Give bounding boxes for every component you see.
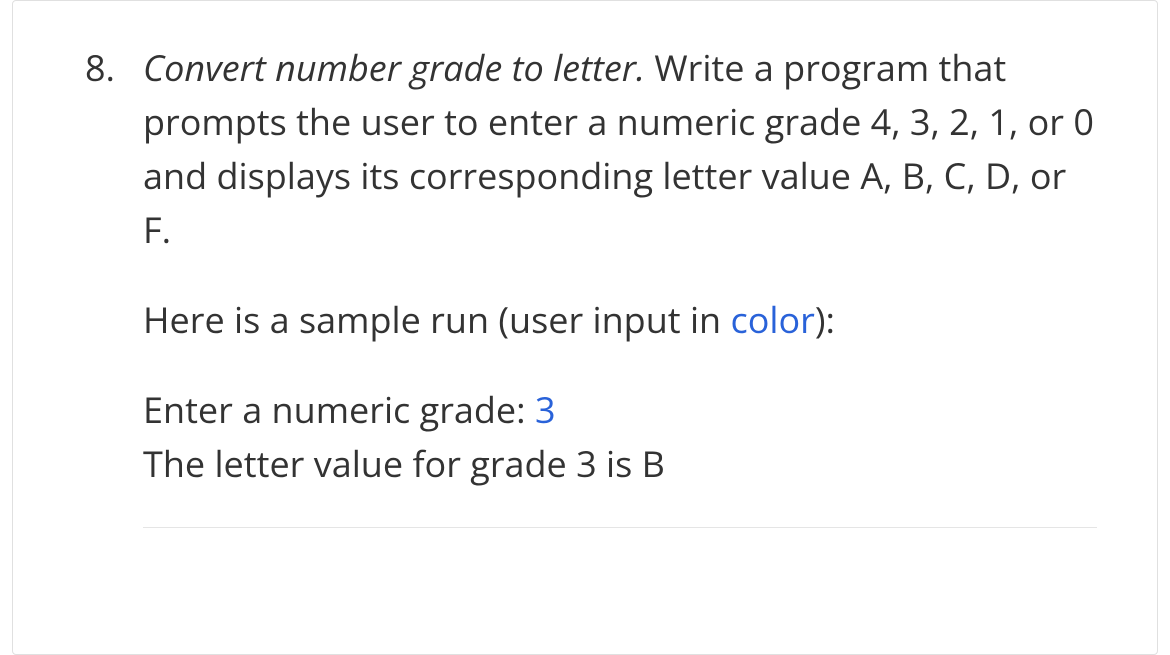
sample-prompt: Enter a numeric grade: — [143, 385, 535, 434]
item-number: 8. — [73, 41, 143, 95]
sample-line-1: Enter a numeric grade: 3 — [143, 383, 1097, 437]
exercise-card: 8. Convert number grade to letter. Write… — [12, 0, 1158, 655]
sample-run: Enter a numeric grade: 3 The letter valu… — [143, 383, 1097, 491]
sample-intro-prefix: Here is a sample run (user input in — [143, 295, 730, 344]
sample-line-2: The letter value for grade 3 is B — [143, 437, 1097, 491]
sample-user-input: 3 — [535, 385, 556, 434]
item-content: Convert number grade to letter. Write a … — [143, 41, 1097, 528]
problem-title: Convert number grade to letter. — [143, 43, 645, 92]
divider — [143, 527, 1097, 528]
sample-intro-suffix: ): — [815, 295, 835, 344]
sample-intro-color-word: color — [730, 295, 814, 344]
sample-intro: Here is a sample run (user input in colo… — [143, 293, 1097, 347]
list-item: 8. Convert number grade to letter. Write… — [73, 41, 1097, 528]
problem-statement: Convert number grade to letter. Write a … — [143, 41, 1097, 257]
